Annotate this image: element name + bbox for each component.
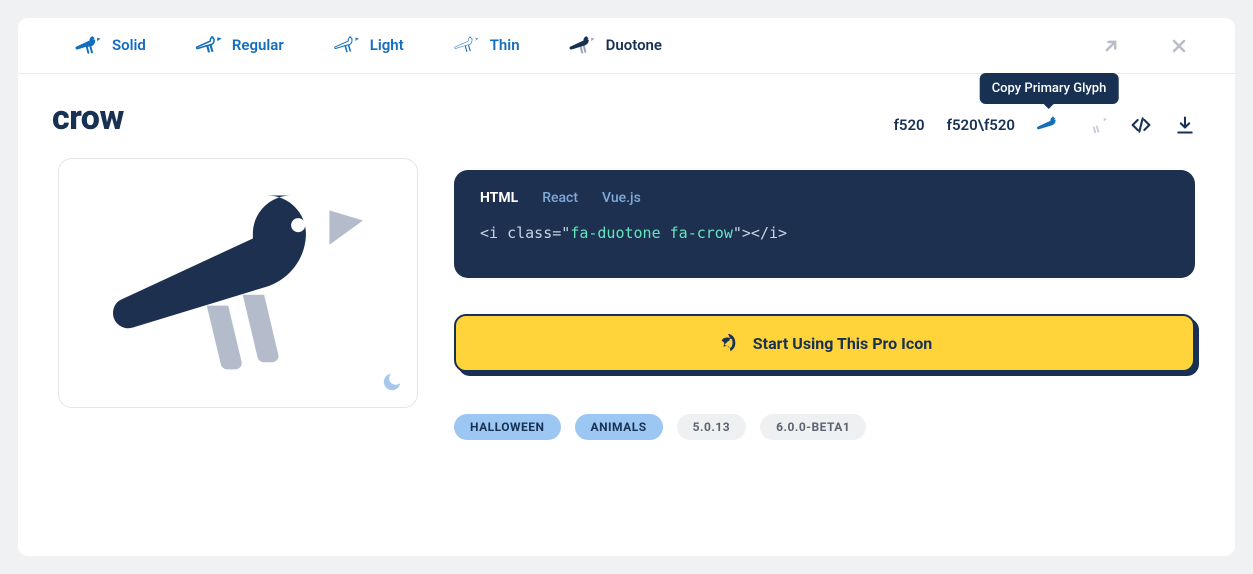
tags-row: HALLOWEEN ANIMALS 5.0.13 6.0.0-BETA1 [454, 414, 1195, 440]
tag-animals[interactable]: ANIMALS [575, 414, 663, 440]
code-tab-vue[interactable]: Vue.js [602, 190, 641, 206]
copy-code-icon[interactable] [1129, 115, 1153, 135]
copy-primary-glyph-button[interactable]: Copy Primary Glyph [1037, 115, 1061, 135]
open-external-icon[interactable] [1095, 30, 1127, 62]
tab-label: Solid [112, 36, 146, 54]
code-tab-react[interactable]: React [542, 190, 578, 206]
tab-thin[interactable]: Thin [446, 21, 526, 72]
tab-duotone[interactable]: Duotone [562, 21, 668, 72]
tag-version-5[interactable]: 5.0.13 [677, 414, 747, 440]
tab-label: Thin [490, 36, 520, 54]
theme-toggle-moon-icon[interactable] [381, 371, 403, 397]
tag-halloween[interactable]: HALLOWEEN [454, 414, 561, 440]
icon-meta-row: f520 f520\f520 Copy Primary Glyph [454, 98, 1195, 152]
code-panel: HTML React Vue.js <i class="fa-duotone f… [454, 170, 1195, 278]
icon-name-heading: crow [52, 98, 418, 138]
close-icon[interactable] [1163, 30, 1195, 62]
download-icon[interactable] [1175, 115, 1195, 135]
code-tabs: HTML React Vue.js [480, 190, 1169, 206]
crow-icon [332, 35, 360, 55]
tab-label: Regular [232, 36, 284, 54]
rocket-icon [717, 332, 739, 354]
tab-light[interactable]: Light [326, 21, 410, 72]
tab-regular[interactable]: Regular [188, 21, 290, 72]
crow-icon [568, 35, 596, 55]
unicode-duo[interactable]: f520\f520 [947, 116, 1015, 134]
crow-secondary-icon [1083, 115, 1107, 135]
style-tabs: Solid Regular Light Thin Duotone [18, 18, 1235, 74]
tooltip: Copy Primary Glyph [980, 73, 1119, 104]
tag-version-6-beta[interactable]: 6.0.0-BETA1 [760, 414, 866, 440]
cta-label: Start Using This Pro Icon [753, 334, 932, 353]
tab-label: Light [370, 36, 404, 54]
crow-duotone-icon [108, 183, 368, 383]
crow-icon [452, 35, 480, 55]
start-using-pro-button[interactable]: Start Using This Pro Icon [454, 314, 1195, 372]
tab-label: Duotone [606, 36, 662, 54]
icon-detail-card: Solid Regular Light Thin Duotone [18, 18, 1235, 556]
code-tab-html[interactable]: HTML [480, 190, 518, 206]
crow-primary-icon [1037, 115, 1061, 135]
crow-icon [74, 35, 102, 55]
icon-preview [58, 158, 418, 408]
crow-icon [194, 35, 222, 55]
code-snippet[interactable]: <i class="fa-duotone fa-crow"></i> [480, 224, 1169, 242]
tab-solid[interactable]: Solid [68, 21, 152, 72]
unicode-primary[interactable]: f520 [894, 116, 925, 134]
copy-secondary-glyph-button[interactable] [1083, 115, 1107, 135]
